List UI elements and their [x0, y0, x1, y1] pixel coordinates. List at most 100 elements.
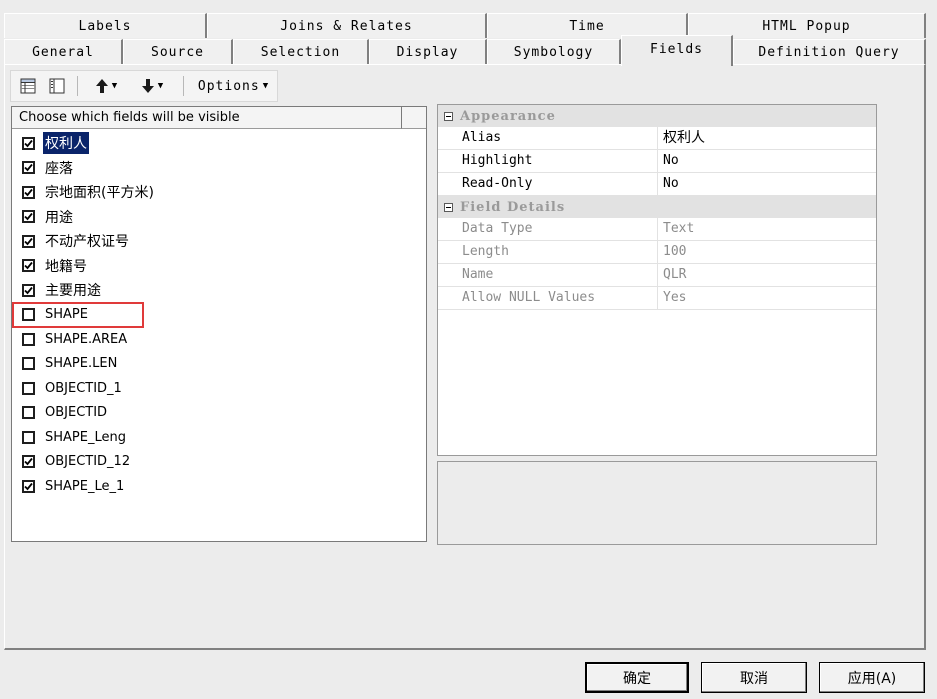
cancel-button[interactable]: 取消: [701, 662, 807, 693]
field-property-grid: Appearance Alias 权利人 Highlight No Read-O…: [437, 104, 877, 456]
field-list-item[interactable]: SHAPE_Leng: [12, 425, 426, 450]
field-list-item[interactable]: SHAPE.LEN: [12, 352, 426, 377]
checkbox-unchecked[interactable]: [22, 308, 35, 322]
list-view-button[interactable]: [47, 75, 67, 97]
tab-display[interactable]: Display: [369, 39, 487, 64]
chevron-down-icon: ▼: [111, 81, 118, 91]
tab-symbology[interactable]: Symbology: [487, 39, 621, 64]
field-list-item[interactable]: 用途: [12, 205, 426, 230]
checkmark-icon: [24, 458, 33, 466]
list-view-icon: [49, 78, 65, 94]
field-list-item[interactable]: SHAPE: [12, 303, 426, 328]
field-list-item[interactable]: 座落: [12, 156, 426, 181]
tab-definition-query[interactable]: Definition Query: [733, 39, 926, 64]
property-name: Highlight: [438, 150, 658, 172]
checkbox-checked[interactable]: [22, 161, 35, 175]
field-label: 权利人: [43, 132, 89, 155]
field-list-item[interactable]: OBJECTID_1: [12, 376, 426, 401]
checkmark-icon: [24, 164, 33, 172]
tab-source[interactable]: Source: [123, 39, 233, 64]
tab-selection[interactable]: Selection: [233, 39, 369, 64]
toolbar-separator: [77, 76, 78, 96]
checkmark-icon: [24, 188, 33, 197]
property-name: Read-Only: [438, 173, 658, 195]
property-value-allow-null: Yes: [663, 290, 687, 305]
checkmark-icon: [24, 262, 33, 270]
checkbox-checked[interactable]: [22, 283, 35, 297]
property-row-length: Length 100: [438, 241, 876, 264]
property-value-read-only[interactable]: No: [658, 173, 679, 195]
field-list-item[interactable]: SHAPE.AREA: [12, 327, 426, 352]
options-label: Options: [197, 78, 260, 94]
field-list-item[interactable]: 宗地面积(平方米): [12, 180, 426, 205]
field-list-item[interactable]: SHAPE_Le_1: [12, 474, 426, 499]
property-name: Data Type: [438, 218, 658, 240]
group-title-field-details: Field Details: [460, 199, 566, 215]
ok-button[interactable]: 确定: [585, 662, 689, 693]
list-header-filler: [402, 107, 426, 129]
checkmark-icon: [24, 482, 33, 491]
table-view-button[interactable]: [18, 75, 38, 97]
checkbox-checked[interactable]: [22, 259, 35, 273]
field-list-item[interactable]: OBJECTID: [12, 401, 426, 426]
property-value-data-type: Text: [663, 221, 695, 236]
field-label: SHAPE_Leng: [45, 429, 126, 445]
field-list-item[interactable]: 地籍号: [12, 254, 426, 279]
checkmark-icon: [24, 237, 33, 246]
checkbox-checked[interactable]: [22, 136, 35, 150]
group-title-appearance: Appearance: [460, 108, 556, 124]
field-label: 不动产权证号: [45, 234, 129, 251]
tab-general[interactable]: General: [4, 39, 123, 64]
tab-fields[interactable]: Fields: [621, 35, 733, 66]
checkbox-unchecked[interactable]: [22, 332, 35, 346]
chevron-down-icon: ▼: [262, 81, 269, 91]
field-label: OBJECTID: [45, 405, 108, 421]
property-value-name: QLR: [663, 267, 687, 282]
checkbox-unchecked[interactable]: [22, 381, 35, 395]
property-row-data-type: Data Type Text: [438, 218, 876, 241]
checkmark-icon: [24, 213, 33, 221]
checkbox-unchecked[interactable]: [22, 430, 35, 444]
move-up-button[interactable]: ▼: [87, 75, 125, 97]
checkbox-checked[interactable]: [22, 210, 35, 224]
property-row-name: Name QLR: [438, 264, 876, 287]
checkbox-checked[interactable]: [22, 455, 35, 469]
apply-button[interactable]: 应用(A): [819, 662, 925, 693]
checkbox-checked[interactable]: [22, 185, 35, 199]
field-list-item[interactable]: 权利人: [12, 131, 426, 156]
field-list-item[interactable]: 不动产权证号: [12, 229, 426, 254]
field-label: 主要用途: [45, 283, 101, 300]
list-column-header[interactable]: Choose which fields will be visible: [12, 107, 402, 129]
chevron-down-icon: ▼: [157, 81, 164, 91]
options-dropdown-button[interactable]: Options ▼: [191, 75, 275, 97]
field-label: 用途: [45, 209, 73, 226]
field-list-item[interactable]: 主要用途: [12, 278, 426, 303]
field-label: SHAPE: [45, 307, 88, 323]
field-visibility-list[interactable]: Choose which fields will be visible 权利人座…: [11, 106, 427, 542]
checkbox-checked[interactable]: [22, 479, 35, 493]
arrow-up-icon: [95, 79, 108, 93]
collapse-icon[interactable]: [444, 202, 453, 212]
property-row-alias[interactable]: Alias 权利人: [438, 127, 876, 150]
field-label: SHAPE.AREA: [45, 331, 128, 347]
checkbox-checked[interactable]: [22, 234, 35, 248]
tab-joins-relates[interactable]: Joins & Relates: [207, 13, 487, 38]
field-label: 地籍号: [45, 258, 87, 275]
checkbox-unchecked[interactable]: [22, 406, 35, 420]
property-name: Alias: [438, 127, 658, 149]
field-label: 座落: [45, 160, 73, 177]
tab-labels[interactable]: Labels: [4, 13, 207, 38]
property-row-read-only[interactable]: Read-Only No: [438, 173, 876, 196]
property-value-alias[interactable]: 权利人: [658, 127, 705, 149]
move-down-button[interactable]: ▼: [133, 75, 171, 97]
collapse-icon[interactable]: [444, 111, 453, 121]
field-list-item[interactable]: OBJECTID_12: [12, 450, 426, 475]
property-value-highlight[interactable]: No: [658, 150, 679, 172]
property-name: Length: [438, 241, 658, 263]
field-label: 宗地面积(平方米): [45, 185, 154, 202]
checkbox-unchecked[interactable]: [22, 357, 35, 371]
toolbar-separator: [183, 76, 184, 96]
group-header-field-details[interactable]: Field Details: [438, 196, 876, 218]
property-row-highlight[interactable]: Highlight No: [438, 150, 876, 173]
group-header-appearance[interactable]: Appearance: [438, 105, 876, 127]
